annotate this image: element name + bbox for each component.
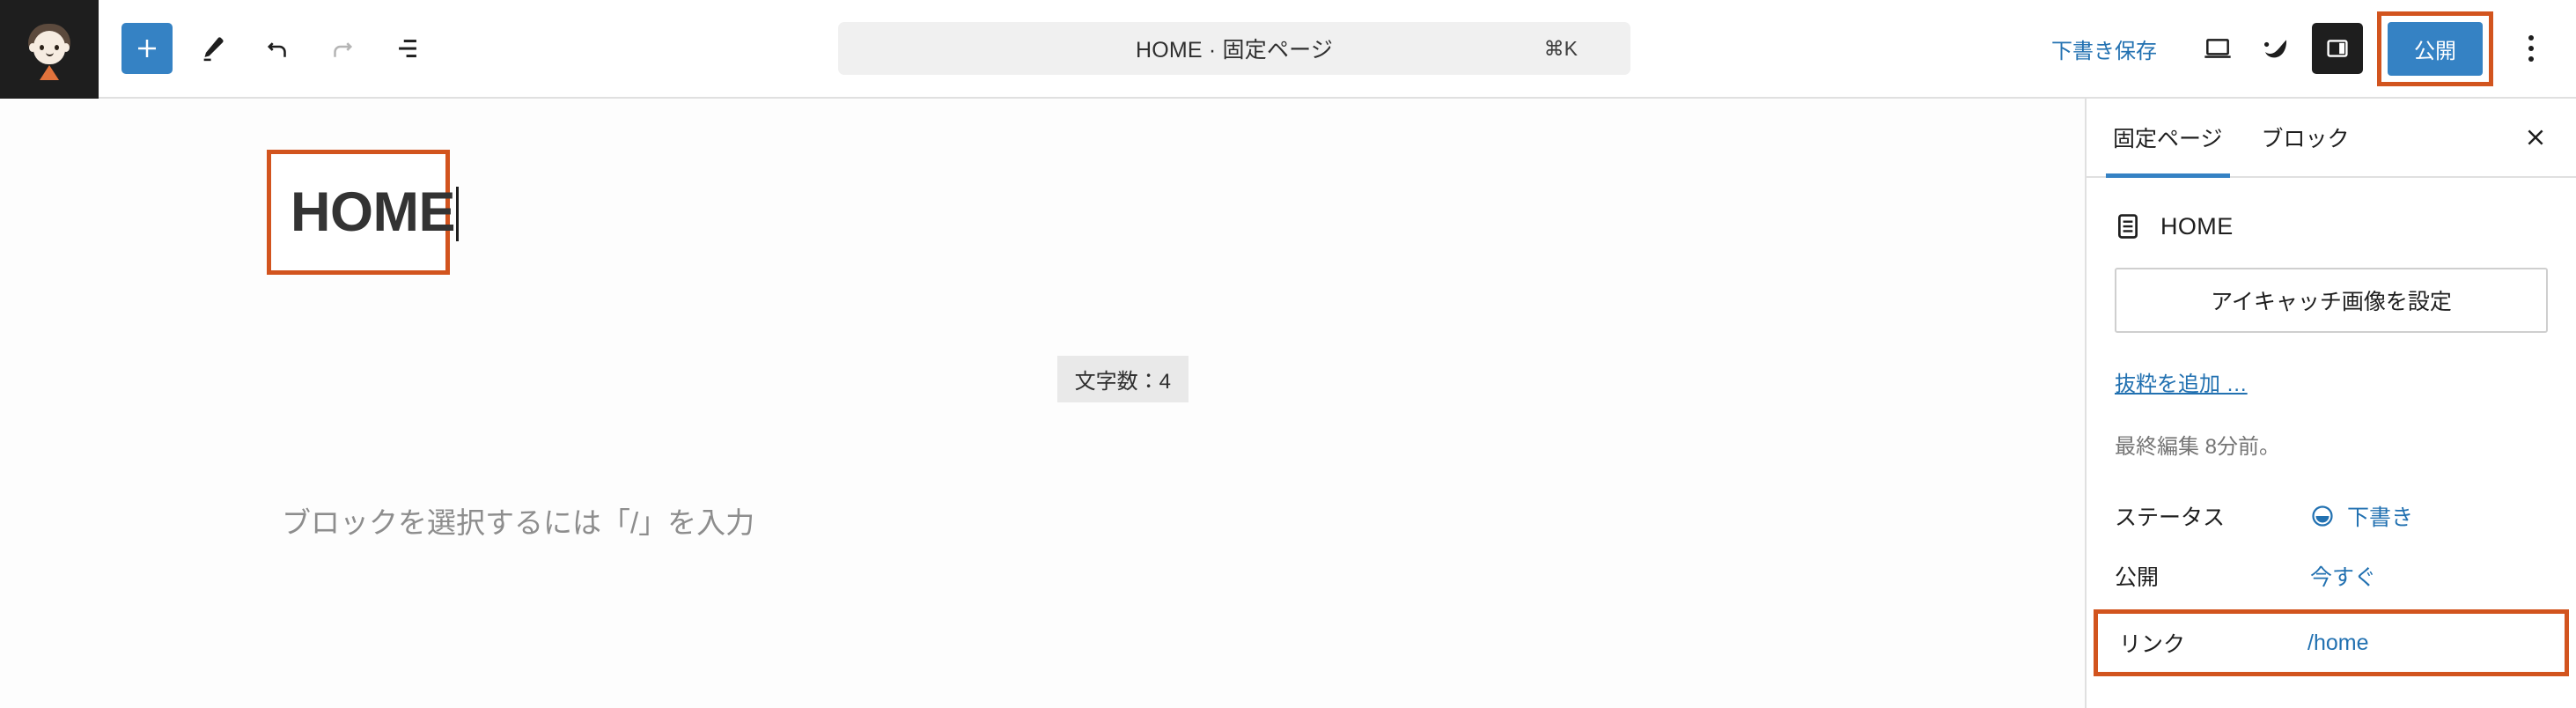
publish-date-value-button[interactable]: 今すぐ bbox=[2310, 560, 2376, 592]
kebab-icon bbox=[2528, 35, 2534, 62]
tab-page[interactable]: 固定ページ bbox=[2094, 99, 2242, 178]
empty-block-placeholder[interactable]: ブロックを選択するには「/」を入力 bbox=[282, 499, 754, 542]
status-row: ステータス 下書き bbox=[2087, 486, 2576, 546]
sidebar-tabs: 固定ページ ブロック bbox=[2087, 99, 2576, 178]
command-bar-title: HOME · 固定ページ bbox=[1135, 38, 1334, 63]
command-bar[interactable]: HOME · 固定ページ ⌘K bbox=[838, 22, 1630, 75]
document-outline-button[interactable] bbox=[382, 23, 433, 74]
draft-status-icon bbox=[2312, 505, 2333, 527]
set-featured-image-button[interactable]: アイキャッチ画像を設定 bbox=[2115, 268, 2548, 333]
desktop-icon bbox=[2204, 39, 2231, 58]
publish-highlight-ring: 公開 bbox=[2377, 11, 2493, 86]
save-draft-button[interactable]: 下書き保存 bbox=[2035, 25, 2173, 73]
character-count-badge: 文字数：4 bbox=[1056, 356, 1189, 402]
sidebar-panel-icon bbox=[2327, 40, 2348, 57]
status-value-button[interactable]: 下書き bbox=[2310, 500, 2413, 532]
document-title: HOME bbox=[2160, 212, 2234, 240]
settings-sidebar-toggle[interactable] bbox=[2312, 23, 2363, 74]
redo-button[interactable] bbox=[317, 23, 368, 74]
text-caret bbox=[456, 187, 459, 241]
link-label: リンク bbox=[2119, 632, 2186, 657]
wordpress-block-editor: HOME · 固定ページ ⌘K 下書き保存 公開 HOME 文字数：4 ブロック… bbox=[0, 0, 2576, 708]
link-row-highlight: リンク /home bbox=[2094, 609, 2569, 676]
add-block-button[interactable] bbox=[121, 23, 173, 74]
add-excerpt-link[interactable]: 抜粋を追加 … bbox=[2115, 366, 2248, 397]
wordpress-avatar-icon bbox=[22, 22, 77, 80]
publish-button[interactable]: 公開 bbox=[2388, 21, 2483, 76]
editor-top-bar: HOME · 固定ページ ⌘K 下書き保存 公開 bbox=[0, 0, 2576, 99]
page-document-icon bbox=[2113, 211, 2143, 241]
settings-sidebar: 固定ページ ブロック HOME アイキャッチ画像を設定 抜粋を追加 … 最終編集… bbox=[2087, 99, 2576, 708]
document-header: HOME bbox=[2087, 178, 2576, 268]
status-value-text: 下書き bbox=[2347, 505, 2414, 530]
undo-icon bbox=[267, 42, 286, 57]
plus-icon bbox=[138, 40, 156, 57]
view-device-button[interactable] bbox=[2192, 23, 2243, 74]
tab-block[interactable]: ブロック bbox=[2242, 99, 2369, 176]
link-value-button[interactable]: /home bbox=[2307, 631, 2368, 656]
editor-options-button[interactable] bbox=[2506, 23, 2557, 74]
command-bar-wrap: HOME · 固定ページ ⌘K bbox=[433, 0, 2035, 97]
redo-icon bbox=[334, 42, 353, 57]
command-bar-shortcut: ⌘K bbox=[1543, 36, 1578, 60]
document-actions-button[interactable] bbox=[2511, 204, 2555, 248]
close-icon bbox=[2528, 129, 2543, 145]
right-tool-cluster: 下書き保存 公開 bbox=[2035, 0, 2576, 97]
preview-button[interactable] bbox=[2248, 23, 2300, 74]
editor-body: HOME 文字数：4 ブロックを選択するには「/」を入力 固定ページ ブロック bbox=[0, 99, 2576, 708]
wordpress-logo-tile[interactable] bbox=[0, 0, 99, 99]
title-highlight-ring: HOME bbox=[267, 150, 459, 275]
publish-date-row: 公開 今すぐ bbox=[2087, 546, 2576, 606]
post-title-input[interactable]: HOME bbox=[271, 181, 459, 244]
preview-eye-icon bbox=[2263, 40, 2287, 58]
post-title-text: HOME bbox=[291, 181, 456, 243]
tools-pencil-button[interactable] bbox=[187, 23, 238, 74]
last-edited-text: 最終編集 8分前。 bbox=[2115, 435, 2281, 459]
publish-date-label: 公開 bbox=[2115, 565, 2160, 590]
status-label: ステータス bbox=[2115, 505, 2226, 530]
undo-button[interactable] bbox=[252, 23, 303, 74]
pencil-icon bbox=[203, 37, 224, 62]
left-tool-cluster bbox=[99, 0, 433, 97]
close-sidebar-button[interactable] bbox=[2511, 113, 2560, 162]
sidebar-meta-rows: ステータス 下書き 公開 今すぐ リンク /home bbox=[2087, 486, 2576, 676]
editor-canvas: HOME 文字数：4 ブロックを選択するには「/」を入力 bbox=[0, 99, 2087, 708]
list-view-icon bbox=[399, 40, 416, 58]
